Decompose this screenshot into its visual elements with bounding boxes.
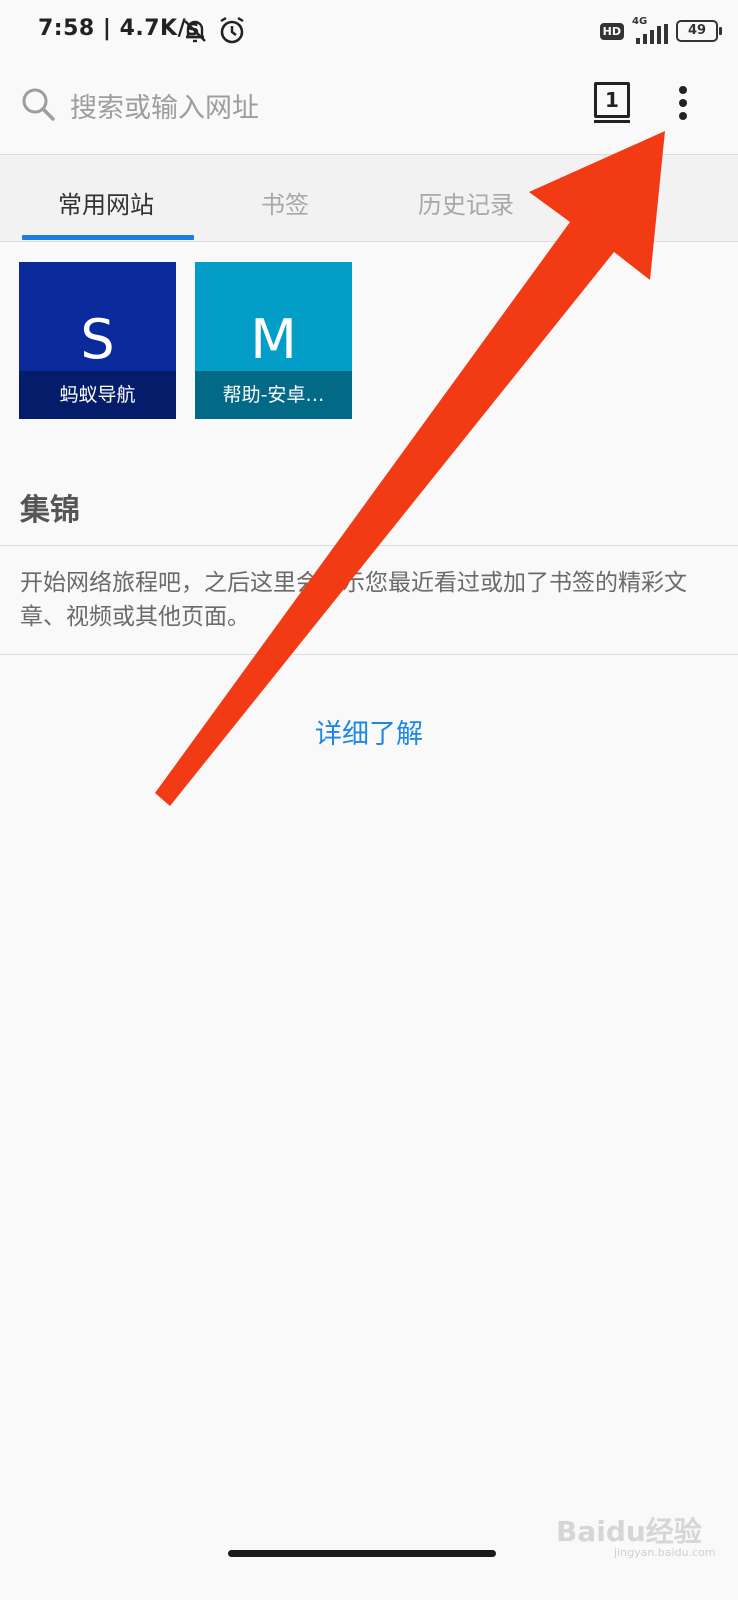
tab-count: 1 bbox=[594, 82, 630, 118]
highlights-title: 集锦 bbox=[20, 493, 80, 528]
more-menu-icon[interactable] bbox=[668, 82, 698, 132]
highlights-description: 开始网络旅程吧，之后这里会显示您最近看过或加了书签的精彩文章、视频或其他页面。 bbox=[20, 570, 687, 630]
address-toolbar: 搜索或输入网址 1 bbox=[0, 64, 738, 155]
alarm-icon bbox=[220, 16, 244, 44]
hd-badge: HD bbox=[599, 22, 624, 40]
search-icon bbox=[22, 88, 55, 121]
tile-letter: S bbox=[80, 308, 115, 371]
top-site-tile-help[interactable]: M 帮助-安卓… bbox=[195, 262, 352, 419]
battery-icon: 49 bbox=[676, 20, 722, 42]
tab-history[interactable]: 历史记录 bbox=[418, 185, 514, 220]
tile-letter: M bbox=[250, 308, 297, 371]
status-bar: 7:58 | 4.7K/s HD 4G 49 bbox=[0, 0, 738, 64]
status-icons: HD 4G 49 bbox=[599, 16, 722, 46]
tile-label: 蚂蚁导航 bbox=[19, 371, 176, 419]
tab-bookmarks[interactable]: 书签 bbox=[261, 185, 309, 220]
mute-bell-icon bbox=[184, 20, 206, 43]
tab-top-sites[interactable]: 常用网站 bbox=[58, 185, 154, 220]
tabs-button[interactable]: 1 bbox=[594, 82, 634, 126]
search-input[interactable]: 搜索或输入网址 bbox=[70, 86, 259, 125]
tab-bar: 常用网站 书签 历史记录 bbox=[0, 155, 738, 242]
divider bbox=[0, 654, 738, 655]
watermark-logo: Baidu经验 bbox=[556, 1515, 702, 1548]
tile-label: 帮助-安卓… bbox=[195, 371, 352, 419]
learn-more-link[interactable]: 详细了解 bbox=[0, 712, 738, 751]
status-time-speed: 7:58 | 4.7K/s bbox=[38, 16, 200, 41]
divider bbox=[0, 545, 738, 546]
signal-icon: 4G bbox=[632, 16, 668, 44]
gesture-nav-handle[interactable] bbox=[228, 1550, 496, 1557]
top-site-tile-ant-nav[interactable]: S 蚂蚁导航 bbox=[19, 262, 176, 419]
active-tab-indicator bbox=[22, 235, 194, 240]
watermark-url: jingyan.baidu.com bbox=[614, 1546, 716, 1559]
tabs-icon bbox=[594, 120, 630, 123]
